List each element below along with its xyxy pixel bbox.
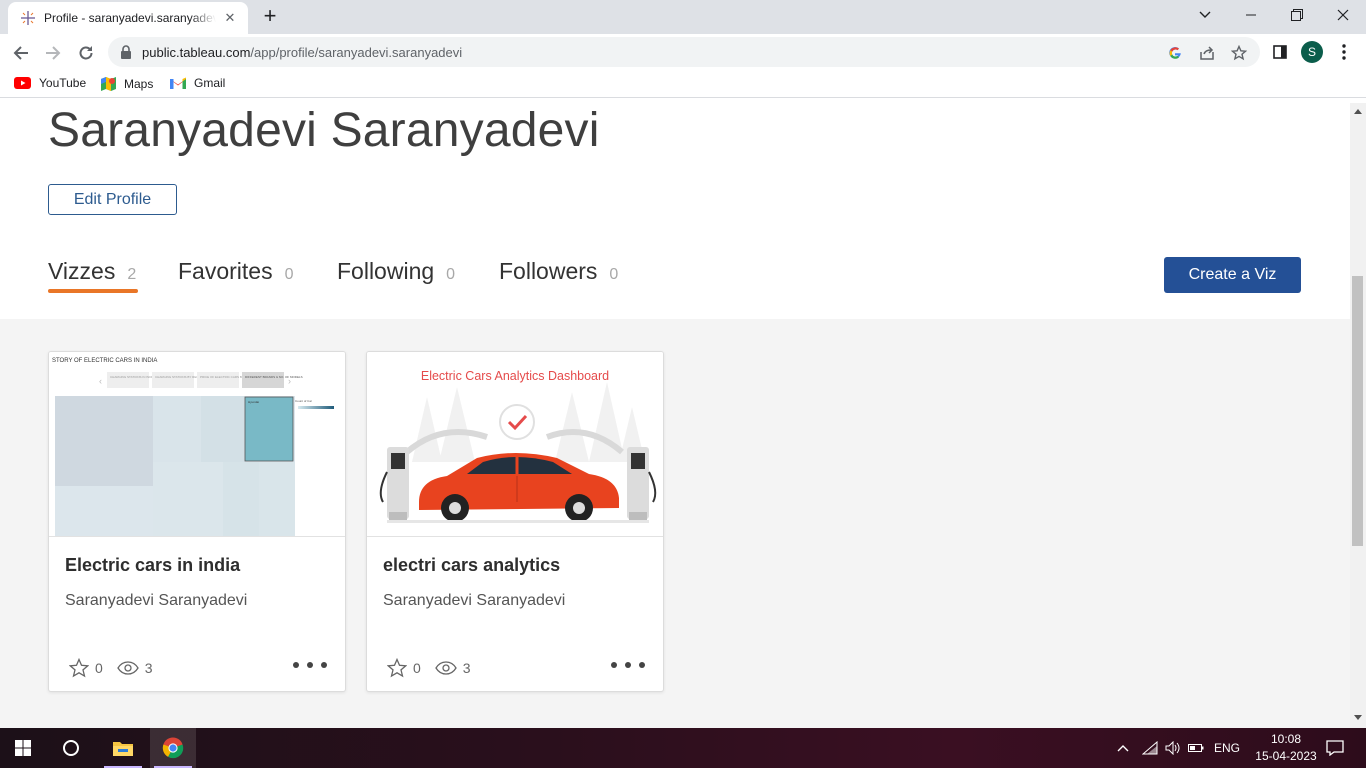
view-count: 3 [462,660,471,676]
maps-icon [101,77,116,91]
new-tab-button[interactable]: + [258,5,282,29]
viz-title[interactable]: Electric cars in india [65,555,240,576]
viz-card[interactable]: Electric Cars Analytics Dashboard electr… [366,351,664,692]
kebab-menu-icon[interactable] [1334,42,1354,62]
minimize-button[interactable] [1228,0,1274,30]
svg-text:‹: ‹ [99,376,102,386]
chrome-taskbar-icon[interactable] [150,728,196,768]
viz-author[interactable]: Saranyadevi Saranyadevi [383,592,565,610]
tab-search-chevron-down-icon[interactable] [1182,0,1228,30]
browser-tab-strip: Profile - saranyadevi.saranyadevi ✕ + [0,0,1366,34]
following-count: 0 [446,266,456,283]
eye-icon [435,661,457,675]
thumb-heading: STORY OF ELECTRIC CARS IN INDIA [52,358,157,364]
viz-thumbnail[interactable]: STORY OF ELECTRIC CARS IN INDIA ‹ CHARGI… [49,352,345,537]
favorites-count: 0 [284,266,294,283]
viz-card[interactable]: STORY OF ELECTRIC CARS IN INDIA ‹ CHARGI… [48,351,346,692]
more-options-icon[interactable] [611,656,645,674]
share-icon[interactable] [1198,44,1216,62]
lock-icon [121,45,131,59]
svg-text:CHARGING STATIONS IN INDIA: CHARGING STATIONS IN INDIA [110,375,154,379]
tab-title: Profile - saranyadevi.saranyadevi [44,11,216,25]
tab-following[interactable]: Following 0 [337,258,455,285]
profile-header: Saranyadevi Saranyadevi Edit Profile Viz… [0,103,1350,319]
bookmarks-bar: YouTube Maps Gmail [0,70,1366,98]
chevron-up-icon[interactable] [1114,744,1132,752]
star-icon[interactable] [69,658,89,678]
forward-arrow-icon[interactable] [40,40,66,66]
vizzes-count: 2 [127,266,137,283]
back-arrow-icon[interactable] [8,40,34,66]
create-viz-button[interactable]: Create a Viz [1164,257,1301,293]
viz-stats: 0 3 [387,658,485,678]
restore-button[interactable] [1274,0,1320,30]
file-explorer-icon[interactable] [100,728,146,768]
gmail-icon [170,77,186,89]
viz-author[interactable]: Saranyadevi Saranyadevi [65,592,247,610]
scroll-up-arrow-icon[interactable] [1354,109,1362,114]
bookmark-youtube[interactable]: YouTube [14,76,86,90]
svg-text:Hyundai: Hyundai [248,400,259,404]
notification-icon[interactable] [1312,728,1358,768]
viz-thumbnail[interactable]: Electric Cars Analytics Dashboard [367,352,663,537]
scroll-down-arrow-icon[interactable] [1354,715,1362,720]
windows-taskbar: ENG 10:08 15-04-2023 [0,728,1366,768]
svg-text:›: › [288,376,291,386]
tab-vizzes[interactable]: Vizzes 2 [48,258,136,285]
browser-tab[interactable]: Profile - saranyadevi.saranyadevi ✕ [8,2,248,34]
profile-page: Saranyadevi Saranyadevi Edit Profile Viz… [0,103,1350,728]
edit-profile-button[interactable]: Edit Profile [48,184,177,215]
view-count: 3 [144,660,153,676]
youtube-icon [14,77,31,89]
address-bar[interactable]: public.tableau.com/app/profile/saranyade… [108,37,1260,67]
volume-icon[interactable] [1162,741,1184,755]
tab-followers[interactable]: Followers 0 [499,258,618,285]
favorite-count: 0 [95,660,103,676]
page-scrollbar[interactable] [1350,103,1366,728]
search-circle-icon[interactable] [48,728,94,768]
eye-icon [117,661,139,675]
svg-text:DIFFERENT BRANDS & NO. OF MODE: DIFFERENT BRANDS & NO. OF MODELS [245,375,303,379]
scrollbar-thumb[interactable] [1352,276,1363,546]
browser-toolbar: public.tableau.com/app/profile/saranyade… [0,34,1366,70]
svg-text:Count of Car: Count of Car [295,399,312,403]
bookmark-star-icon[interactable] [1230,44,1248,62]
system-tray: ENG [1114,728,1240,768]
windows-start-icon[interactable] [0,728,46,768]
tableau-favicon-icon [21,11,35,25]
battery-icon[interactable] [1184,743,1208,753]
bookmark-gmail[interactable]: Gmail [170,76,225,90]
reload-icon[interactable] [73,40,99,66]
active-tab-indicator [48,289,138,293]
favorite-count: 0 [413,660,421,676]
wifi-icon[interactable] [1138,741,1162,755]
google-lens-icon[interactable] [1166,44,1184,62]
ev-charging-illustration: Electric Cars Analytics Dashboard [379,369,657,523]
more-options-icon[interactable] [293,656,327,674]
treemap-thumbnail: STORY OF ELECTRIC CARS IN INDIA ‹ CHARGI… [52,358,334,536]
side-panel-icon[interactable] [1270,42,1290,62]
bookmark-maps[interactable]: Maps [101,76,153,91]
url-text: public.tableau.com/app/profile/saranyade… [142,45,463,60]
thumb-heading: Electric Cars Analytics Dashboard [421,369,609,383]
profile-avatar[interactable]: S [1301,41,1323,63]
viz-title[interactable]: electri cars analytics [383,555,560,576]
followers-count: 0 [609,266,619,283]
tab-favorites[interactable]: Favorites 0 [178,258,294,285]
viz-stats: 0 3 [69,658,167,678]
star-icon[interactable] [387,658,407,678]
close-window-button[interactable] [1320,0,1366,30]
language-indicator[interactable]: ENG [1214,741,1240,755]
profile-name: Saranyadevi Saranyadevi [48,104,600,157]
close-tab-icon[interactable]: ✕ [222,10,238,26]
